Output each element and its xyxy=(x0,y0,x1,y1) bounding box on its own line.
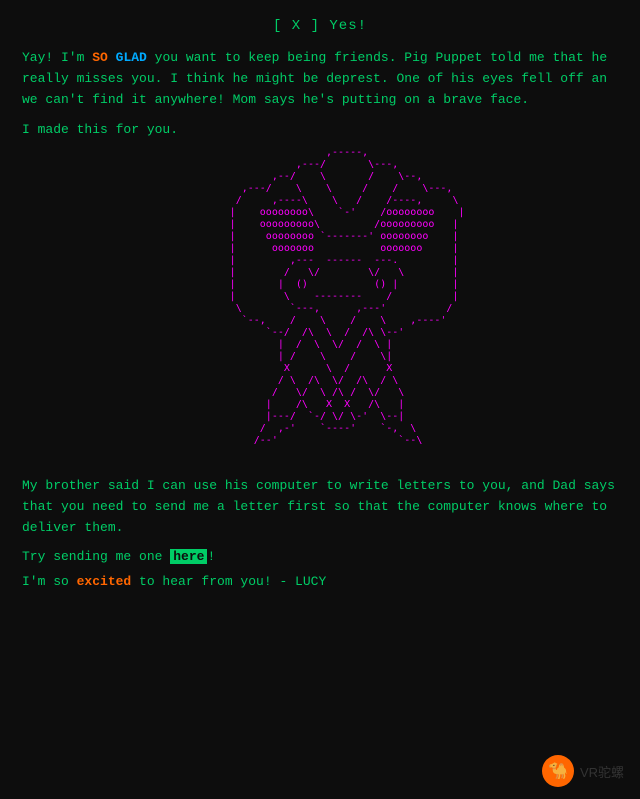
signature: I'm so excited to hear from you! - LUCY xyxy=(22,574,618,589)
watermark: 🐪 VR驼螺 xyxy=(542,755,624,787)
highlight-glad: GLAD xyxy=(116,50,147,65)
paragraph-4: Try sending me one here! xyxy=(22,549,618,564)
here-link[interactable]: here xyxy=(170,549,207,564)
page-container: [ X ] Yes! Yay! I'm SO GLAD you want to … xyxy=(0,0,640,799)
ascii-art-section: ,-----, ,---/ \---, ,--/ \ / \--, ,---/ … xyxy=(22,147,618,460)
ascii-art: ,-----, ,---/ \---, ,--/ \ / \--, ,---/ … xyxy=(176,147,465,459)
watermark-icon: 🐪 xyxy=(542,755,574,787)
watermark-label: VR驼螺 xyxy=(580,762,624,781)
paragraph-1: Yay! I'm SO GLAD you want to keep being … xyxy=(22,48,618,110)
paragraph-3: My brother said I can use his computer t… xyxy=(22,476,618,538)
paragraph-2: I made this for you. xyxy=(22,122,618,137)
highlight-excited: excited xyxy=(77,574,132,589)
header-title: [ X ] Yes! xyxy=(22,18,618,34)
highlight-so: SO xyxy=(92,50,108,65)
